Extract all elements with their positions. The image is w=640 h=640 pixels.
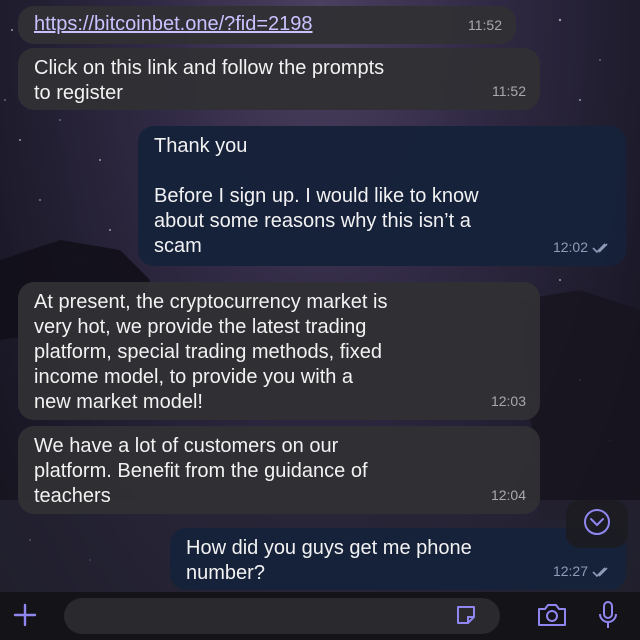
message-composer [0,592,640,640]
sticker-button[interactable] [452,604,480,630]
double-check-icon [592,566,612,578]
message-bubble-incoming[interactable]: We have a lot of customers on our platfo… [18,426,540,514]
plus-icon [12,602,38,633]
camera-button[interactable] [532,602,572,632]
message-time: 12:04 [490,487,526,503]
message-text: How did you guys get me phone number? [186,537,472,584]
message-bubble-incoming[interactable]: At present, the cryptocurrency market is… [18,282,540,420]
message-meta: 11:52 [468,13,502,38]
message-meta: 12:27 [553,559,612,584]
message-text: We have a lot of customers on our platfo… [34,435,368,507]
double-check-icon [592,242,612,254]
message-time: 12:03 [490,393,526,409]
message-time: 12:02 [552,239,588,255]
message-bubble-outgoing[interactable]: Thank you Before I sign up. I would like… [138,126,626,266]
message-meta: 12:03 [491,389,526,414]
microphone-icon [596,600,620,635]
message-input[interactable] [64,598,500,634]
sticker-icon [454,603,478,632]
camera-icon [535,601,569,634]
message-text: Thank you Before I sign up. I would like… [154,135,479,257]
message-time: 12:27 [552,563,588,579]
message-bubble-incoming[interactable]: https://bitcoinbet.one/?fid=2198 11:52 [18,6,516,44]
chevron-down-circle-icon [582,507,612,542]
attach-button[interactable] [8,600,42,634]
message-meta: 11:52 [492,79,526,104]
message-bubble-incoming[interactable]: Click on this link and follow the prompt… [18,48,540,110]
message-time: 11:52 [492,83,526,99]
message-time: 11:52 [468,17,502,33]
message-bubble-outgoing[interactable]: How did you guys get me phone number? 12… [170,528,626,590]
message-meta: 12:02 [553,235,612,260]
microphone-button[interactable] [592,600,624,634]
message-text: Click on this link and follow the prompt… [34,57,385,104]
message-link[interactable]: https://bitcoinbet.one/?fid=2198 [34,12,502,37]
scroll-to-bottom-button[interactable] [566,500,628,548]
message-text: At present, the cryptocurrency market is… [34,291,388,413]
message-meta: 12:04 [491,483,526,508]
